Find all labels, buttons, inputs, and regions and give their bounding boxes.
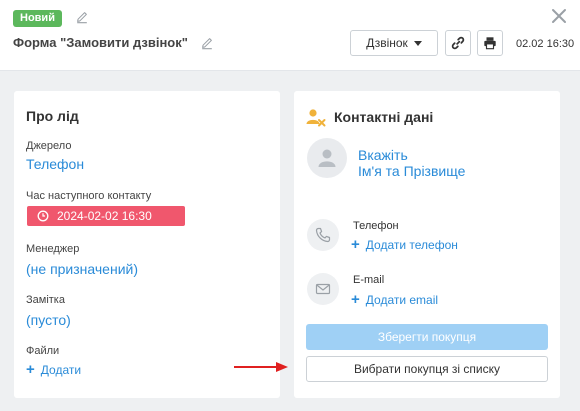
manager-label: Менеджер: [26, 243, 80, 255]
header-date: 02.02 16:30: [516, 38, 575, 50]
phone-icon-circle: [307, 219, 339, 251]
avatar: [307, 138, 347, 178]
copy-link-button[interactable]: [445, 30, 471, 56]
edit-status-pencil-icon[interactable]: [75, 10, 89, 24]
add-file-link[interactable]: + Додати: [26, 361, 82, 378]
status-badge: Новий: [13, 10, 62, 27]
plus-icon: +: [26, 361, 35, 378]
form-title: Форма "Замовити дзвінок": [13, 35, 188, 50]
lead-card-title: Про лід: [26, 108, 79, 124]
person-icon: [318, 149, 336, 167]
next-contact-date: 2024-02-02 16:30: [57, 209, 152, 223]
annotation-arrow-icon: [233, 361, 289, 373]
next-contact-date-pill[interactable]: 2024-02-02 16:30: [27, 206, 185, 226]
plus-icon: +: [351, 236, 360, 253]
close-icon[interactable]: [551, 8, 567, 24]
add-file-label: Додати: [40, 363, 82, 377]
note-label: Замітка: [26, 294, 65, 306]
chevron-down-icon: [413, 40, 422, 46]
add-phone-label: Додати телефон: [365, 238, 458, 252]
email-icon-circle: [307, 273, 339, 305]
name-prompt-line2[interactable]: Ім'я та Прізвище: [358, 163, 465, 179]
save-buyer-button[interactable]: Зберегти покупця: [306, 324, 548, 350]
header-bar: Новий Форма "Замовити дзвінок" Дзвінок 0…: [0, 0, 580, 71]
person-x-icon: [306, 108, 326, 128]
plus-icon: +: [351, 291, 360, 308]
contact-card: Контактні дані Вкажіть Ім'я та Прізвище …: [294, 91, 560, 398]
chain-link-icon: [451, 36, 465, 50]
clock-icon: [37, 210, 49, 222]
source-label: Джерело: [26, 140, 72, 152]
contact-card-title: Контактні дані: [334, 109, 434, 125]
add-phone-link[interactable]: + Додати телефон: [351, 236, 458, 253]
phone-label: Телефон: [353, 220, 399, 232]
envelope-icon: [315, 283, 331, 295]
printer-icon: [484, 37, 496, 50]
next-contact-label: Час наступного контакту: [26, 190, 152, 202]
phone-icon: [315, 227, 331, 243]
name-prompt-line1[interactable]: Вкажіть: [358, 147, 408, 163]
source-value-link[interactable]: Телефон: [26, 156, 84, 172]
add-email-label: Додати email: [365, 293, 439, 307]
add-email-link[interactable]: + Додати email: [351, 291, 439, 308]
print-button[interactable]: [477, 30, 503, 56]
pick-buyer-from-list-button[interactable]: Вибрати покупця зі списку: [306, 356, 548, 382]
email-label: E-mail: [353, 274, 385, 286]
edit-title-pencil-icon[interactable]: [200, 36, 214, 50]
note-value-link[interactable]: (пусто): [26, 312, 71, 328]
type-dropdown-label: Дзвінок: [366, 36, 408, 50]
files-label: Файли: [26, 345, 60, 357]
lead-info-card: Про лід Джерело Телефон Час наступного к…: [14, 91, 280, 398]
type-dropdown[interactable]: Дзвінок: [350, 30, 438, 56]
manager-value-link[interactable]: (не призначений): [26, 261, 138, 277]
